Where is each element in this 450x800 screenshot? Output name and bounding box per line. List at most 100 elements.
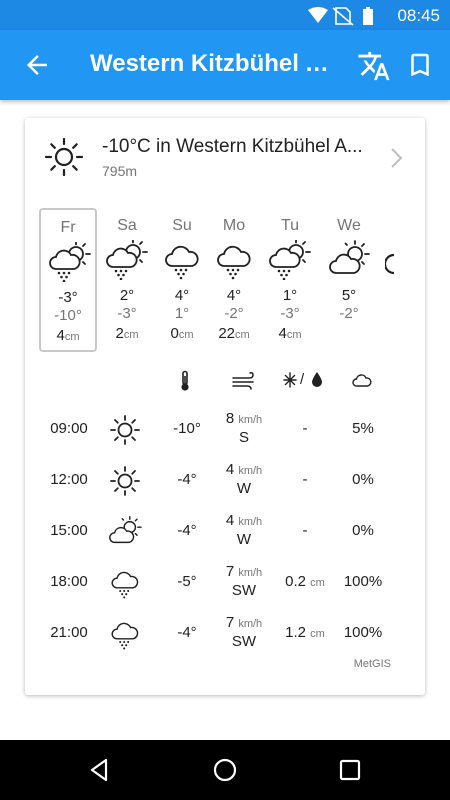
bookmark-icon[interactable] xyxy=(405,49,435,81)
cloud-snow-icon xyxy=(160,240,204,280)
nav-home-icon[interactable] xyxy=(211,756,239,784)
wind-direction: W xyxy=(236,480,252,497)
thermometer-icon xyxy=(181,370,189,391)
day-max-temp: 4° xyxy=(174,287,190,304)
day-name: Mo xyxy=(222,217,246,234)
wind-unit: km/h xyxy=(238,465,263,477)
wind-speed: 4 xyxy=(225,461,235,478)
cloud-snow-icon xyxy=(107,618,143,650)
day-snow-unit: cm xyxy=(286,329,302,341)
hourly-cloud-cover: 100% xyxy=(343,573,383,590)
day-snow-unit: cm xyxy=(123,329,139,341)
hourly-temp: -4° xyxy=(177,624,197,641)
day-min-temp: -10° xyxy=(54,307,82,324)
partly-cloudy-snow-icon xyxy=(105,240,149,280)
day-snow: 0cm xyxy=(153,325,211,342)
hourly-row: 09:00 -10° 8 km/h S - 5% xyxy=(25,408,425,452)
hourly-precip: 0.2 cm xyxy=(275,573,335,590)
drop-icon xyxy=(312,372,322,387)
translate-icon[interactable] xyxy=(357,49,391,83)
day-min-temp: -3° xyxy=(280,305,300,322)
wind-icon xyxy=(232,372,254,390)
day-item[interactable]: Su 4° 1° 0cm xyxy=(153,208,211,352)
back-arrow-icon[interactable] xyxy=(22,50,52,80)
hourly-time: 12:00 xyxy=(50,471,88,488)
nav-back-icon[interactable] xyxy=(86,756,114,784)
day-name: Su xyxy=(172,217,192,234)
hourly-cloud-cover: 0% xyxy=(352,471,374,488)
hourly-time: 09:00 xyxy=(50,420,88,437)
day-max-temp: -3° xyxy=(58,289,78,306)
hourly-cloud-cover: 100% xyxy=(343,624,383,641)
hourly-temp: -5° xyxy=(177,573,197,590)
partly-cloudy-snow-icon xyxy=(268,240,312,280)
precip-value: - xyxy=(302,522,308,539)
wind-unit: km/h xyxy=(238,567,263,579)
day-min-temp: -2° xyxy=(224,305,244,322)
day-snow-unit: cm xyxy=(178,329,194,341)
day-min-temp: -3° xyxy=(117,305,137,322)
data-source[interactable]: MetGIS xyxy=(354,658,391,670)
hourly-wind: 4 km/h W xyxy=(209,512,279,549)
day-snow-value: 2 xyxy=(115,325,124,342)
hourly-precip: - xyxy=(275,522,335,539)
hourly-time: 18:00 xyxy=(50,573,88,590)
status-icons xyxy=(308,7,373,26)
next-day-peek-icon xyxy=(385,253,395,275)
precip-unit: cm xyxy=(310,577,325,589)
hourly-wind: 8 km/h S xyxy=(209,410,279,447)
no-sim-icon xyxy=(332,7,354,26)
nav-bar xyxy=(0,740,450,800)
precipitation-separator: / xyxy=(300,371,305,388)
day-snow-unit: cm xyxy=(235,329,250,341)
hourly-wind: 7 km/h SW xyxy=(209,563,279,600)
hourly-temp: -10° xyxy=(173,420,201,437)
wind-speed: 7 xyxy=(225,614,235,631)
day-item[interactable]: Tu 1° -3° 4cm xyxy=(261,208,319,352)
day-item[interactable]: We 5° -2° xyxy=(320,208,378,352)
hourly-wind: 7 km/h SW xyxy=(209,614,279,651)
partly-cloudy-icon xyxy=(327,240,371,280)
day-name: Tu xyxy=(280,217,300,234)
snow-icon xyxy=(283,372,297,388)
wind-unit: km/h xyxy=(238,516,263,528)
forecast-card: -10°C in Western Kitzbühel A... 795m Fr … xyxy=(25,118,425,695)
partly-cloudy-icon xyxy=(107,516,143,548)
day-min-temp: -2° xyxy=(339,305,359,322)
battery-icon xyxy=(363,7,373,25)
day-max-temp: 5° xyxy=(341,287,357,304)
day-snow: 2cm xyxy=(98,325,156,342)
day-max-temp: 1° xyxy=(282,287,298,304)
day-snow-value: 0 xyxy=(170,325,179,342)
wind-speed: 4 xyxy=(225,512,235,529)
hourly-time: 15:00 xyxy=(50,522,88,539)
location-title: -10°C in Western Kitzbühel A... xyxy=(102,136,363,157)
precip-value: - xyxy=(302,420,308,437)
hourly-row: 15:00 -4° 4 km/h W - 0% xyxy=(25,510,425,554)
location-altitude: 795m xyxy=(102,163,138,179)
nav-recents-icon[interactable] xyxy=(336,756,364,784)
day-min-temp: 1° xyxy=(174,305,190,322)
precip-unit: cm xyxy=(310,628,325,640)
day-item[interactable]: Sa 2° -3° 2cm xyxy=(98,208,156,352)
hourly-row: 21:00 -4° 7 km/h SW 1.2 cm 100% xyxy=(25,612,425,656)
cloud-snow-icon xyxy=(107,567,143,599)
hourly-temp: -4° xyxy=(177,471,197,488)
hourly-time: 21:00 xyxy=(50,624,88,641)
wind-direction: SW xyxy=(231,633,257,650)
day-item[interactable]: Mo 4° -2° 22cm xyxy=(205,208,263,352)
cloud-snow-icon xyxy=(212,240,256,280)
status-bar: 08:45 xyxy=(0,0,450,30)
day-snow: 22cm xyxy=(205,325,263,342)
status-time: 08:45 xyxy=(397,6,440,25)
hourly-precip: 1.2 cm xyxy=(275,624,335,641)
day-name: Fr xyxy=(60,219,76,236)
day-item[interactable]: Fr -3° -10° 4cm xyxy=(39,208,97,352)
chevron-right-icon xyxy=(391,148,403,168)
day-snow-value: 4 xyxy=(56,327,65,344)
hourly-cloud-cover: 5% xyxy=(352,420,374,437)
hourly-temp: -4° xyxy=(177,522,197,539)
wind-unit: km/h xyxy=(238,618,263,630)
wind-direction: W xyxy=(236,531,252,548)
hourly-cloud-cover: 0% xyxy=(352,522,374,539)
